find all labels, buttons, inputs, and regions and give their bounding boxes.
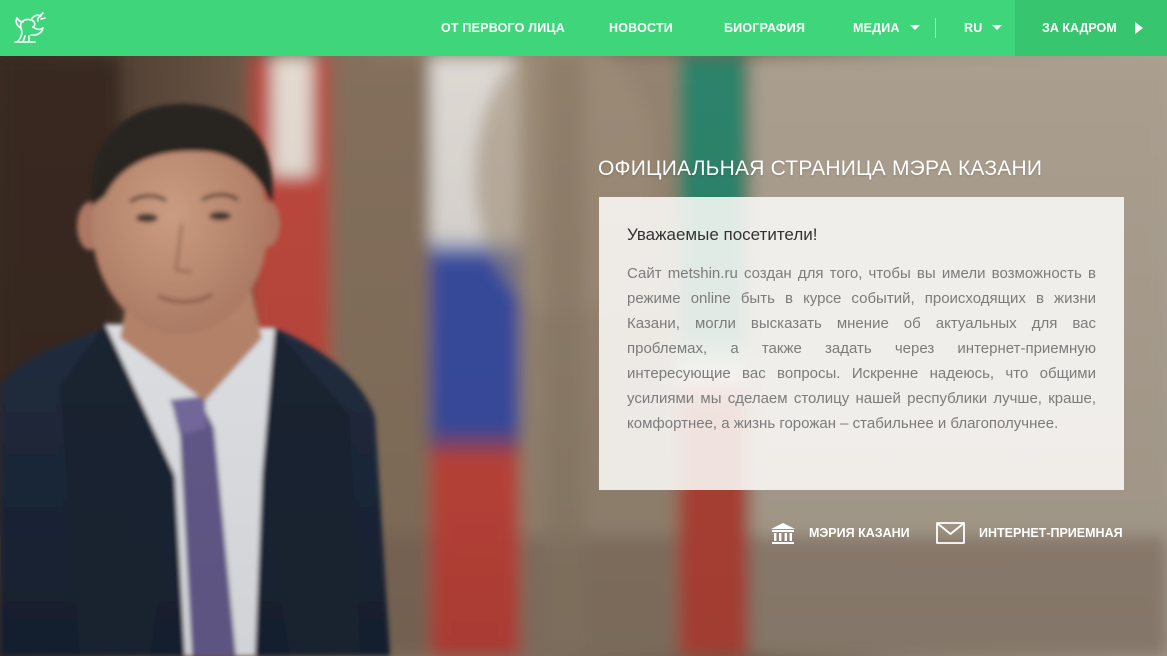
welcome-text: Сайт metshin.ru создан для того, чтобы в… bbox=[627, 265, 1096, 432]
nav-item-biography[interactable]: БИОГРАФИЯ bbox=[724, 0, 805, 56]
city-hall-link-label: МЭРИЯ КАЗАНИ bbox=[809, 526, 910, 540]
nav-item-media[interactable]: МЕДИА bbox=[853, 0, 920, 56]
welcome-heading: Уважаемые посетители! bbox=[627, 225, 818, 244]
top-navbar: ОТ ПЕРВОГО ЛИЦА НОВОСТИ БИОГРАФИЯ МЕДИА … bbox=[0, 0, 1167, 56]
nav-item-news[interactable]: НОВОСТИ bbox=[609, 0, 673, 56]
nav-item-first-person[interactable]: ОТ ПЕРВОГО ЛИЦА bbox=[441, 0, 565, 56]
page-title: ОФИЦИАЛЬНАЯ СТРАНИЦА МЭРА КАЗАНИ bbox=[598, 157, 1043, 180]
hero-section: ОФИЦИАЛЬНАЯ СТРАНИЦА МЭРА КАЗАНИ Уважаем… bbox=[0, 56, 1167, 656]
behind-the-scenes-label: ЗА КАДРОМ bbox=[1042, 21, 1117, 35]
nav-divider bbox=[935, 18, 936, 38]
nav-item-media-label: МЕДИА bbox=[853, 21, 900, 35]
chevron-down-icon bbox=[992, 25, 1003, 31]
government-building-icon bbox=[771, 523, 795, 544]
kazan-zilant-logo-icon[interactable] bbox=[9, 8, 49, 48]
city-hall-link[interactable]: МЭРИЯ КАЗАНИ bbox=[770, 522, 910, 546]
behind-the-scenes-button[interactable]: ЗА КАДРОМ bbox=[1015, 0, 1167, 56]
language-selector-label: RU bbox=[964, 21, 983, 35]
chevron-down-icon bbox=[909, 25, 920, 31]
internet-reception-link-label: ИНТЕРНЕТ-ПРИЕМНАЯ bbox=[979, 526, 1123, 540]
internet-reception-link[interactable]: ИНТЕРНЕТ-ПРИЕМНАЯ bbox=[936, 522, 1123, 546]
welcome-card: Уважаемые посетители! Сайт metshin.ru со… bbox=[599, 197, 1124, 490]
language-selector[interactable]: RU bbox=[964, 0, 1003, 56]
play-arrow-icon bbox=[1135, 22, 1143, 34]
envelope-icon bbox=[936, 522, 965, 544]
